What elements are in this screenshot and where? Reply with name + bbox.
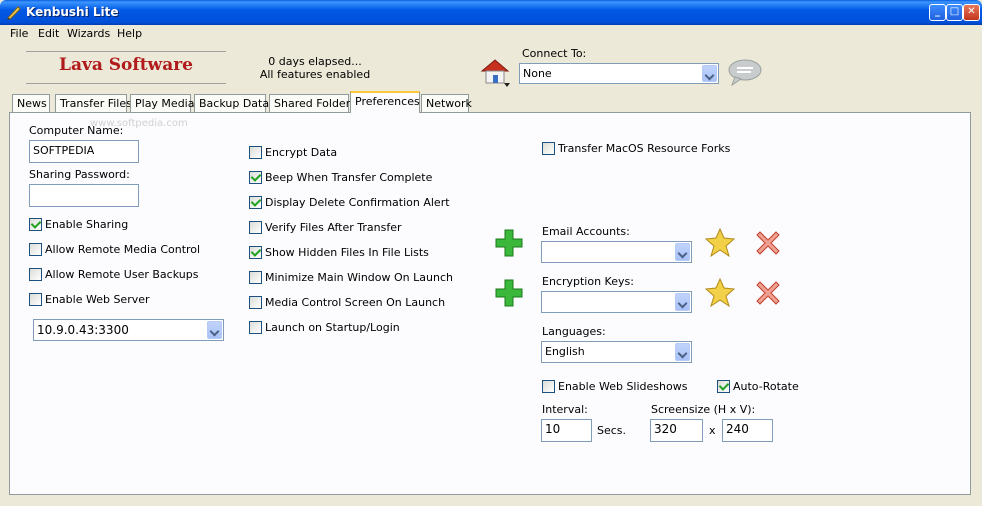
tab-shared-folders[interactable]: Shared Folders [269,94,356,112]
preferences-panel [9,112,971,495]
enable-web-server-checkbox[interactable] [29,293,42,306]
menu-edit[interactable]: Edit [38,27,59,40]
status-features: All features enabled [259,68,371,81]
screensize-separator: x [709,424,716,437]
app-icon [7,6,21,20]
languages-label: Languages: [542,325,606,338]
minimize-button[interactable]: _ [929,4,946,21]
server-address-value: 10.9.0.43:3300 [37,323,129,337]
auto-rotate-checkbox[interactable] [717,380,730,393]
maximize-button[interactable]: □ [946,4,963,21]
chevron-down-icon [675,293,690,311]
interval-unit: Secs. [597,424,627,437]
macos-forks-label: Transfer MacOS Resource Forks [558,142,731,155]
tab-network[interactable]: Network [421,94,472,112]
remote-media-control-checkbox[interactable] [29,243,42,256]
chevron-down-icon [675,343,690,361]
beep-transfer-checkbox[interactable] [249,171,262,184]
enable-web-server-label: Enable Web Server [45,293,150,306]
languages-value: English [545,345,585,358]
tab-preferences[interactable]: Preferences [350,91,420,113]
web-slideshows-label: Enable Web Slideshows [558,380,688,393]
chevron-down-icon [207,321,222,339]
email-accounts-label: Email Accounts: [542,225,630,238]
enable-sharing-checkbox[interactable] [29,218,42,231]
show-hidden-files-label: Show Hidden Files In File Lists [265,246,429,259]
computer-name-field[interactable]: SOFTPEDIA [29,140,139,163]
tab-news[interactable]: News [12,94,50,112]
languages-select[interactable]: English [541,341,692,363]
encryption-keys-label: Encryption Keys: [542,275,634,288]
menu-help[interactable]: Help [117,27,142,40]
tab-play-media[interactable]: Play Media [130,94,194,112]
remote-media-control-label: Allow Remote Media Control [45,243,201,256]
menu-file[interactable]: File [10,27,28,40]
menu-bar: File Edit Wizards Help [0,25,982,43]
tab-backup-data[interactable]: Backup Data [194,94,269,112]
remote-user-backups-label: Allow Remote User Backups [45,268,199,281]
encrypt-data-label: Encrypt Data [265,146,338,159]
app-logo: Lava Software [59,55,193,75]
status-elapsed: 0 days elapsed... [268,55,362,68]
show-hidden-files-checkbox[interactable] [249,246,262,259]
connect-to-label: Connect To: [522,47,587,60]
delete-email-account-icon[interactable] [754,229,782,257]
launch-on-startup-label: Launch on Startup/Login [265,321,400,334]
minimize-on-launch-checkbox[interactable] [249,271,262,284]
close-button[interactable]: ✕ [963,4,980,21]
beep-transfer-label: Beep When Transfer Complete [265,171,433,184]
star-icon[interactable] [704,277,736,307]
delete-confirmation-checkbox[interactable] [249,196,262,209]
encryption-keys-select[interactable] [541,291,692,313]
chevron-down-icon [675,243,690,261]
title-bar: Kenbushi Lite _ □ ✕ [0,0,982,25]
menu-wizards[interactable]: Wizards [67,27,110,40]
verify-files-checkbox[interactable] [249,221,262,234]
window-title: Kenbushi Lite [26,5,119,19]
verify-files-label: Verify Files After Transfer [265,221,402,234]
macos-forks-checkbox[interactable] [542,142,555,155]
add-email-account-icon[interactable] [494,228,524,258]
web-slideshows-checkbox[interactable] [542,380,555,393]
chat-bubble-icon[interactable] [727,58,763,86]
home-icon[interactable] [480,58,512,88]
interval-label: Interval: [542,403,588,416]
enable-sharing-label: Enable Sharing [45,218,129,231]
computer-name-label: Computer Name: [29,124,124,137]
email-accounts-select[interactable] [541,241,692,263]
media-control-launch-label: Media Control Screen On Launch [265,296,446,309]
server-address-select[interactable]: 10.9.0.43:3300 [33,319,224,341]
delete-encryption-key-icon[interactable] [754,279,782,307]
screen-width-field[interactable]: 320 [650,419,703,442]
connect-to-value: None [523,67,552,80]
minimize-on-launch-label: Minimize Main Window On Launch [265,271,453,284]
sharing-password-label: Sharing Password: [29,168,130,181]
screen-height-field[interactable]: 240 [722,419,773,442]
connect-to-select[interactable]: None [519,63,719,84]
remote-user-backups-checkbox[interactable] [29,268,42,281]
interval-field[interactable]: 10 [541,419,592,442]
star-icon[interactable] [704,227,736,257]
media-control-launch-checkbox[interactable] [249,296,262,309]
encrypt-data-checkbox[interactable] [249,146,262,159]
launch-on-startup-checkbox[interactable] [249,321,262,334]
screensize-label: Screensize (H x V): [651,403,756,416]
auto-rotate-label: Auto-Rotate [733,380,799,393]
tab-transfer-files[interactable]: Transfer Files [55,94,132,112]
add-encryption-key-icon[interactable] [494,278,524,308]
sharing-password-field[interactable] [29,184,139,207]
chevron-down-icon [702,65,717,82]
delete-confirmation-label: Display Delete Confirmation Alert [265,196,450,209]
